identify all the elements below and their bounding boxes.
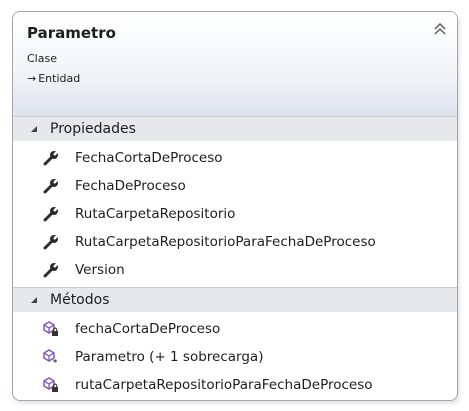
method-item[interactable]: * Parametro (+ 1 sobrecarga) — [43, 346, 263, 368]
private-method-icon — [43, 321, 58, 336]
property-item[interactable]: FechaCortaDeProceso — [43, 147, 223, 169]
wrench-property-icon — [43, 178, 59, 194]
property-name: RutaCarpetaRepositorio — [75, 206, 236, 222]
method-item[interactable]: rutaCarpetaRepositorioParaFechaDeProceso — [43, 374, 373, 396]
property-name: FechaDeProceso — [75, 178, 186, 194]
collapse-chevron-icon[interactable] — [433, 21, 447, 37]
base-class: → Entidad — [27, 72, 80, 85]
property-name: RutaCarpetaRepositorioParaFechaDeProceso — [75, 234, 376, 250]
base-class-name: Entidad — [38, 72, 81, 85]
class-shape-card[interactable]: Parametro Clase → Entidad Propiedades Fe… — [12, 11, 458, 401]
properties-section-header[interactable]: Propiedades — [13, 116, 457, 141]
class-header: Parametro Clase → Entidad — [13, 12, 457, 116]
method-name: Parametro (+ 1 sobrecarga) — [75, 349, 264, 365]
property-name: FechaCortaDeProceso — [75, 150, 223, 166]
expander-triangle-icon[interactable] — [29, 295, 39, 305]
wrench-property-icon — [43, 234, 59, 250]
property-item[interactable]: Version — [43, 259, 125, 281]
wrench-property-icon — [43, 206, 59, 222]
expander-triangle-icon[interactable] — [29, 124, 39, 134]
class-kind: Clase — [27, 52, 57, 65]
property-name: Version — [75, 262, 125, 278]
method-item[interactable]: fechaCortaDeProceso — [43, 318, 220, 340]
property-item[interactable]: FechaDeProceso — [43, 175, 186, 197]
svg-text:*: * — [53, 358, 58, 365]
methods-section-header[interactable]: Métodos — [13, 287, 457, 312]
constructor-method-icon: * — [43, 349, 58, 365]
method-name: rutaCarpetaRepositorioParaFechaDeProceso — [75, 377, 373, 393]
private-method-icon — [43, 377, 58, 392]
property-item[interactable]: RutaCarpetaRepositorio — [43, 203, 235, 225]
inheritance-arrow-icon: → — [27, 72, 37, 85]
methods-section-label: Métodos — [50, 292, 110, 308]
wrench-property-icon — [43, 262, 59, 278]
property-item[interactable]: RutaCarpetaRepositorioParaFechaDeProceso — [43, 231, 376, 253]
method-name: fechaCortaDeProceso — [75, 321, 221, 337]
properties-section-label: Propiedades — [50, 121, 136, 137]
wrench-property-icon — [43, 150, 59, 166]
class-name: Parametro — [27, 24, 116, 42]
